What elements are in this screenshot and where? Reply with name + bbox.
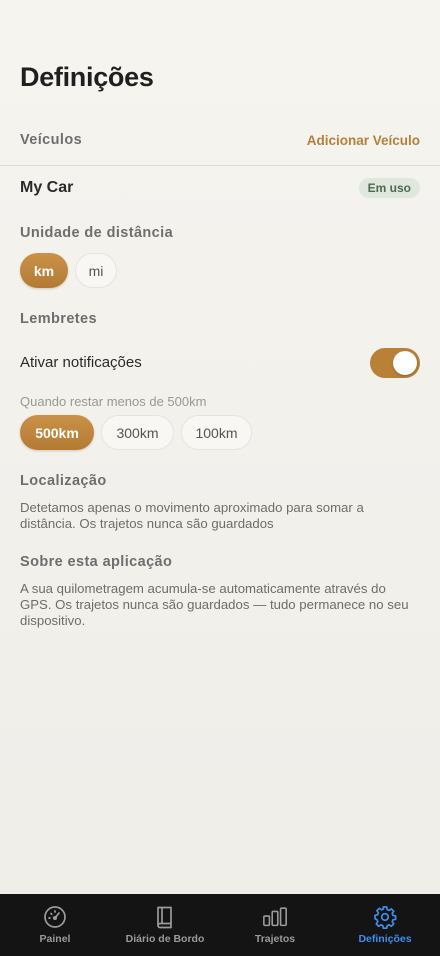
tab-definicoes[interactable]: Definições: [330, 894, 440, 956]
threshold-option-300km[interactable]: 300km: [101, 415, 174, 450]
unit-option-mi[interactable]: mi: [75, 253, 117, 288]
notifications-toggle[interactable]: [370, 348, 420, 378]
tab-diario-de-bordo[interactable]: Diário de Bordo: [110, 894, 220, 956]
book-icon: [152, 904, 178, 930]
tab-painel[interactable]: Painel: [0, 894, 110, 956]
about-text: A sua quilometragem acumula-se automatic…: [20, 581, 409, 628]
threshold-option-500km[interactable]: 500km: [20, 415, 94, 450]
divider: [0, 165, 440, 166]
reminders-section-label: Lembretes: [20, 311, 97, 327]
gear-icon: [372, 904, 398, 930]
vehicle-name: My Car: [20, 179, 74, 196]
tab-label: Diário de Bordo: [125, 933, 205, 945]
tab-bar: Painel Diário de Bordo Trajetos Definiçõ…: [0, 894, 440, 956]
location-section-label: Localização: [20, 473, 107, 489]
gauge-icon: [42, 904, 68, 930]
bar-chart-icon: [262, 904, 288, 930]
add-vehicle-link[interactable]: Adicionar Veículo: [307, 133, 420, 148]
distance-unit-section-label: Unidade de distância: [20, 225, 174, 241]
unit-option-km[interactable]: km: [20, 253, 68, 288]
threshold-hint: Quando restar menos de 500km: [20, 394, 207, 409]
vehicles-header: Veículos Adicionar Veículo: [20, 130, 420, 150]
notifications-label: Ativar notificações: [20, 354, 142, 371]
toggle-knob: [393, 351, 417, 375]
vehicle-item[interactable]: My Car Em uso: [20, 176, 420, 200]
threshold-options: 500km 300km 100km: [20, 415, 252, 450]
tab-label: Trajetos: [254, 933, 296, 945]
distance-unit-options: km mi: [20, 253, 117, 288]
threshold-option-100km[interactable]: 100km: [181, 415, 252, 450]
page-title: Definições: [20, 62, 154, 92]
tab-label: Painel: [39, 933, 71, 945]
vehicles-section-label: Veículos: [20, 132, 83, 148]
about-section-label: Sobre esta aplicação: [20, 554, 173, 570]
location-text: Detetamos apenas o movimento aproximado …: [20, 500, 364, 531]
tab-trajetos[interactable]: Trajetos: [220, 894, 330, 956]
in-use-badge: Em uso: [358, 178, 420, 198]
tab-label: Definições: [358, 933, 412, 945]
